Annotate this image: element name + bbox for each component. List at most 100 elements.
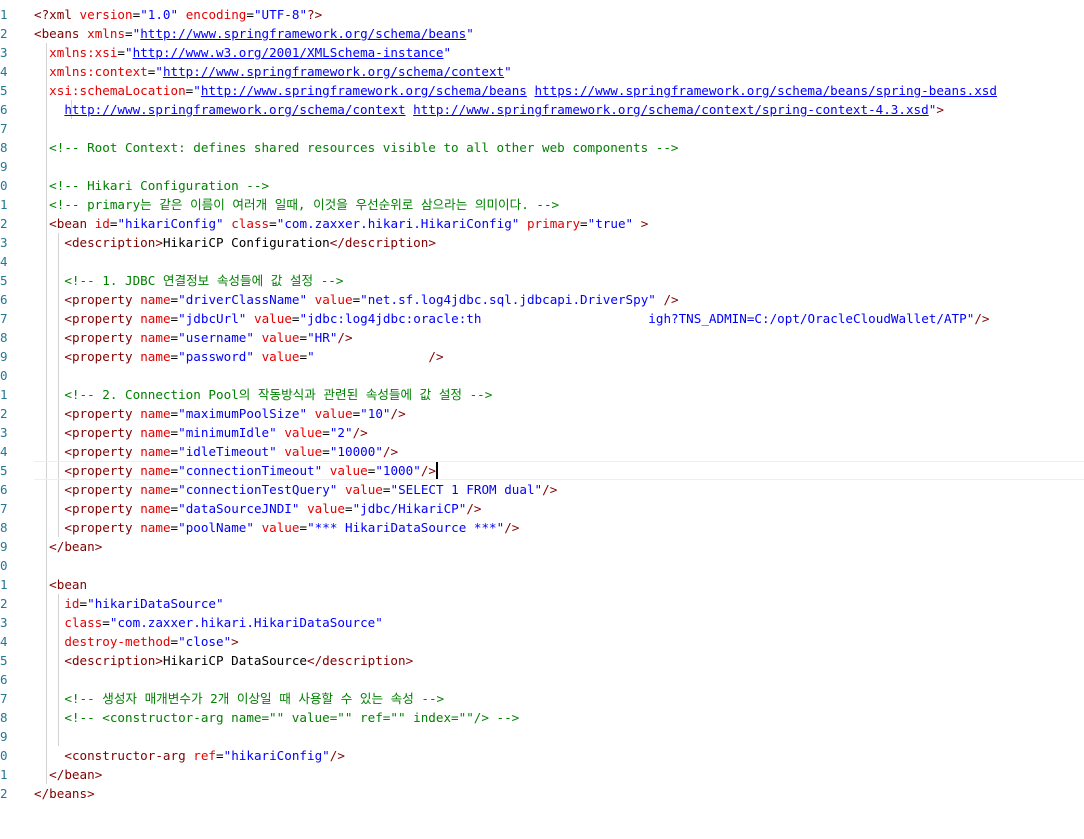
code-editor[interactable]: 1 2 3 4 5 6 7 8 9 0 1 2 3 4 5 6 7 8 9 0 1 2 3 4 5 6 7 8 9 0 1 2 3 4 5 6 7 8 9 0… (0, 0, 1084, 839)
code-token: xmlns:context (49, 64, 148, 79)
code-token: "hikariConfig" (223, 748, 330, 763)
code-line[interactable]: <property name="driverClassName" value="… (34, 290, 678, 309)
code-token: < (64, 501, 72, 516)
code-line[interactable]: </bean> (34, 537, 102, 556)
code-token: value (284, 425, 323, 440)
code-line[interactable]: <property name="connectionTestQuery" val… (34, 480, 557, 499)
code-line[interactable]: </bean> (34, 765, 102, 784)
code-token: class (64, 615, 103, 630)
code-line[interactable]: <!-- Hikari Configuration --> (34, 176, 269, 195)
code-token: "connectionTimeout" (178, 463, 323, 478)
code-token: " (466, 26, 474, 41)
code-token: = (322, 425, 330, 440)
code-line[interactable]: <property name="jdbcUrl" value="jdbc:log… (34, 309, 989, 328)
code-line[interactable]: <description>HikariCP Configuration</des… (34, 233, 436, 252)
code-line[interactable]: id="hikariDataSource" (34, 594, 224, 613)
code-token: value (329, 463, 368, 478)
line-number: 9 (0, 729, 8, 744)
code-token: = (299, 349, 308, 364)
code-line[interactable]: <property name="username" value="HR"/> (34, 328, 352, 347)
code-token: "net.sf.log4jdbc.sql.jdbcapi.DriverSpy" (360, 292, 656, 307)
code-line[interactable]: <property name="maximumPoolSize" value="… (34, 404, 406, 423)
code-line[interactable]: xmlns:context="http://www.springframewor… (34, 62, 512, 81)
code-token: "driverClassName" (178, 292, 308, 307)
code-token: constructor-arg (71, 748, 186, 763)
code-line[interactable]: http://www.springframework.org/schema/co… (34, 100, 944, 119)
line-number: 2 (0, 26, 8, 41)
code-line[interactable]: <property name="dataSourceJNDI" value="j… (34, 499, 481, 518)
code-token: name (140, 349, 171, 364)
code-token: > (94, 539, 103, 554)
code-line[interactable]: <!-- Root Context: defines shared resour… (34, 138, 678, 157)
code-token: /> (390, 406, 406, 421)
code-line[interactable]: <!-- <constructor-arg name="" value="" r… (34, 708, 519, 727)
code-line[interactable]: <beans xmlns= "http://www.springframework… (34, 24, 474, 43)
code-line[interactable]: <!-- 2. Connection Pool의 작동방식과 관련된 속성들에 … (34, 385, 492, 404)
code-token: = (170, 425, 179, 440)
code-line[interactable]: </beans> (34, 784, 95, 803)
line-number: 7 (0, 121, 8, 136)
code-line[interactable]: class="com.zaxxer.hikari.HikariDataSourc… (34, 613, 382, 632)
code-line[interactable]: <property name="idleTimeout" value="1000… (34, 442, 398, 461)
code-line[interactable]: destroy-method="close"> (34, 632, 238, 651)
code-line[interactable]: xmlns:xsi="http://www.w3.org/2001/XMLSch… (34, 43, 451, 62)
line-number: 4 (0, 634, 8, 649)
code-line[interactable]: <?xml version="1.0" encoding="UTF-8"?> (34, 5, 322, 24)
code-token: name (140, 292, 171, 307)
code-token: value (261, 520, 300, 535)
code-line[interactable]: <property name="poolName" value="*** Hik… (34, 518, 519, 537)
line-number: 3 (0, 235, 8, 250)
code-token: </ (307, 653, 323, 668)
code-token: description (344, 235, 429, 250)
line-number: 0 (0, 748, 8, 763)
line-number: 8 (0, 520, 8, 535)
code-token: "2" (329, 425, 353, 440)
code-line[interactable]: <constructor-arg ref="hikariConfig"/> (34, 746, 345, 765)
code-line[interactable]: <!-- 1. JDBC 연결정보 속성들에 값 설정 --> (34, 271, 343, 290)
code-line[interactable]: <property name="connectionTimeout" value… (34, 461, 436, 480)
code-line[interactable]: <bean id="hikariConfig" class="com.zaxxe… (34, 214, 648, 233)
code-token: /> (428, 349, 444, 364)
code-token: = (291, 311, 300, 326)
code-token: > (405, 653, 414, 668)
code-token: ref (193, 748, 217, 763)
code-token: property (71, 349, 133, 364)
code-token: name (140, 501, 171, 516)
code-token: " (443, 45, 452, 60)
line-number: 6 (0, 292, 8, 307)
code-line[interactable]: <property name="minimumIdle" value="2"/> (34, 423, 368, 442)
code-token: /> (352, 425, 368, 440)
code-token: "poolName" (178, 520, 254, 535)
code-line[interactable]: <!-- 생성자 매개변수가 2개 이상일 때 사용할 수 있는 속성 --> (34, 689, 444, 708)
code-token: > (155, 235, 163, 250)
code-line[interactable]: <description>HikariCP DataSource</descri… (34, 651, 413, 670)
code-token: beans (49, 786, 88, 801)
code-token: < (64, 748, 72, 763)
code-token: "*** HikariDataSource ***" (307, 520, 505, 535)
code-line[interactable]: <bean (34, 575, 87, 594)
code-line[interactable]: <property name="password" value=" /> (34, 347, 444, 366)
code-line[interactable]: <!-- primary는 같은 이름이 여러개 일때, 이것을 우선순위로 삼… (34, 195, 559, 214)
code-line[interactable]: xsi:schemaLocation="http://www.springfra… (34, 81, 997, 100)
code-token: property (71, 330, 133, 345)
code-token: "hikariDataSource" (87, 596, 224, 611)
